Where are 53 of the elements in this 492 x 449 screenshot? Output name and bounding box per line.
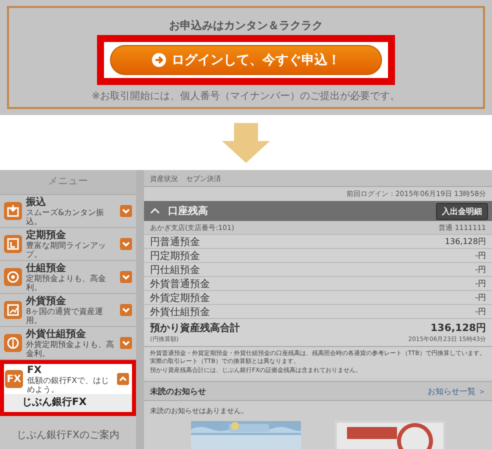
menu-subtitle: スムーズ&カンタン振込。	[26, 208, 106, 226]
notices-title: 未読のお知らせ	[150, 386, 206, 396]
menu-label: 仕組預金	[26, 262, 67, 274]
promo-title: お申込みはカンタン＆ラクラク	[169, 18, 323, 33]
chevron-down-icon[interactable]	[120, 205, 132, 217]
transfer-icon	[4, 202, 22, 220]
account-type: 円仕組預金	[150, 264, 200, 276]
notices-list-link[interactable]: お知らせ一覧 ＞	[427, 386, 486, 396]
section-title: 口座残高	[168, 204, 209, 218]
account-type: 外貨定期預金	[150, 292, 210, 304]
notice-text: ※お取引開始には、個人番号（マイナンバー）のご提出が必要です。	[92, 90, 400, 103]
account-type: 円普通預金	[150, 236, 200, 248]
menu-subtitle: 低額の銀行FXで、はじめよう。	[27, 376, 110, 394]
balance-value: -円	[475, 306, 486, 317]
menu-label: 外貨預金	[26, 296, 67, 306]
balance-value: -円	[475, 292, 486, 303]
balance-value: -円	[475, 264, 486, 275]
menu-item[interactable]: 振込 スムーズ&カンタン振込。	[0, 195, 136, 228]
menu-subtitle: 豊富な期間ラインアップ。	[26, 240, 107, 258]
menu-subtitle: 8ヶ国の通貨で資産運用。	[26, 306, 104, 324]
menu-label: 定期預金	[26, 230, 67, 240]
chevron-up-icon	[150, 207, 160, 215]
chart-icon	[4, 301, 22, 319]
submenu-item[interactable]: じぶん銀行FX	[0, 394, 136, 416]
account-type: 外貨普通預金	[150, 278, 210, 290]
menu-item[interactable]: 仕組預金 定期預金よりも、高金利。	[0, 261, 136, 294]
menu-label: 外貨仕組預金	[26, 328, 87, 340]
chevron-down-icon[interactable]	[120, 238, 132, 250]
menu-label: FX	[27, 364, 43, 376]
balance-value: -円	[475, 278, 486, 289]
menu-item[interactable]: FX FX 低額の銀行FXで、はじめよう。	[0, 360, 136, 394]
chevron-down-icon[interactable]	[120, 337, 132, 349]
menu-subtitle: 外貨定期預金よりも、高金利。	[26, 340, 115, 358]
statement-button[interactable]: 入出金明細	[436, 202, 488, 220]
account-type: 外貨仕組預金	[150, 306, 210, 318]
chevron-down-icon[interactable]	[120, 271, 132, 283]
menu-item[interactable]: 定期預金 豊富な期間ラインアップ。	[0, 228, 136, 261]
fx-guide-link[interactable]: じぶん銀行FXのご案内	[0, 428, 136, 442]
balance-value: -円	[475, 250, 486, 261]
document-icon	[4, 235, 22, 253]
menu-label: 振込	[26, 196, 47, 208]
chevron-down-icon[interactable]	[120, 304, 132, 316]
menu-header: メニュー	[0, 170, 136, 195]
fx-icon: FX	[5, 370, 23, 388]
account-type: 円定期預金	[150, 250, 200, 262]
chevron-up-icon[interactable]	[117, 373, 129, 385]
down-arrow-icon	[222, 122, 270, 162]
total-label: 預かり資産残高合計	[150, 321, 240, 335]
menu-subtitle: 定期預金よりも、高金利。	[26, 274, 107, 292]
menu-item[interactable]: 外貨預金 8ヶ国の通貨で資産運用。	[0, 294, 136, 327]
total-value: 136,128円	[430, 322, 486, 335]
arrow-circle-icon	[152, 53, 166, 67]
balance-value: 136,128円	[444, 236, 486, 247]
